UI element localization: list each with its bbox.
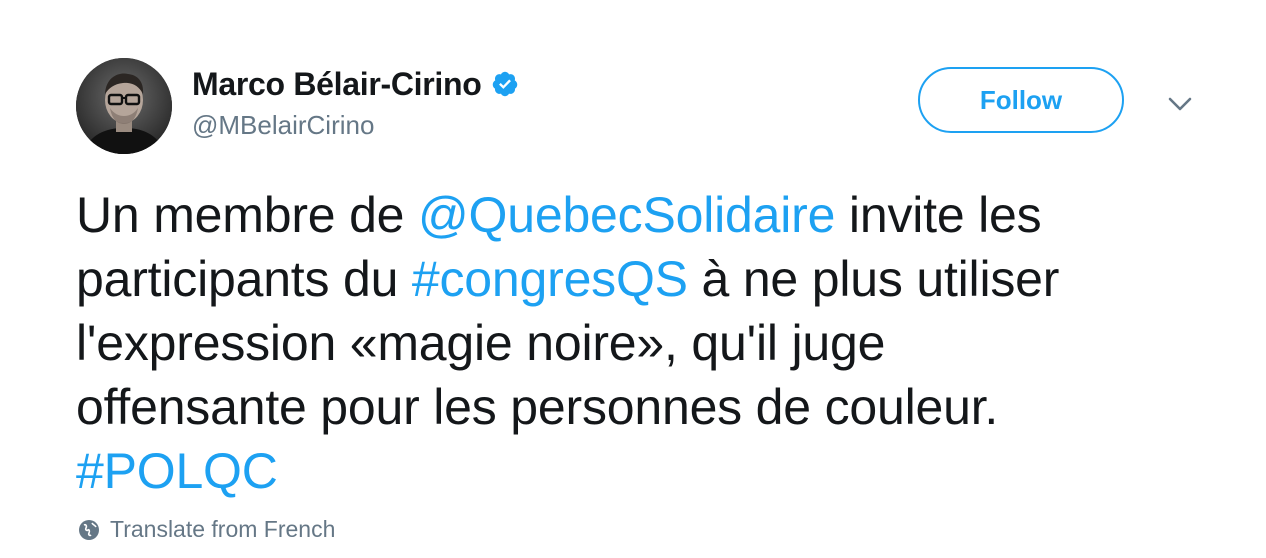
author-display-name[interactable]: Marco Bélair-Cirino [192, 66, 482, 103]
tweet-line: participants du #congresQS à ne plus uti… [76, 247, 1236, 311]
translate-label: Translate from French [110, 516, 336, 542]
tweet-line: #POLQC [76, 439, 1236, 503]
tweet-line: offensante pour les personnes de couleur… [76, 379, 999, 435]
tweet-text: Un membre de @QuebecSolidaire invite les… [76, 183, 1236, 503]
tweet-text-segment: Un membre de [76, 187, 418, 243]
author-name-row: Marco Bélair-Cirino [192, 64, 519, 104]
mention-link[interactable]: @QuebecSolidaire [418, 187, 835, 243]
follow-button[interactable]: Follow [918, 67, 1124, 133]
verified-badge-icon [491, 70, 519, 98]
tweet-text-segment: participants du [76, 251, 412, 307]
chevron-down-icon[interactable] [1166, 90, 1194, 118]
globe-icon [78, 519, 100, 541]
hashtag-link[interactable]: #congresQS [412, 251, 688, 307]
tweet-card: Marco Bélair-Cirino @MBelairCirino Follo… [0, 0, 1266, 558]
tweet-line: l'expression «magie noire», qu'il juge [76, 315, 886, 371]
tweet-line: Un membre de @QuebecSolidaire invite les [76, 183, 1236, 247]
avatar[interactable] [76, 58, 172, 154]
hashtag-link[interactable]: #POLQC [76, 443, 278, 499]
tweet-text-segment: invite les [835, 187, 1042, 243]
translate-link[interactable]: Translate from French [78, 516, 335, 543]
avatar-photo [76, 58, 172, 154]
author-handle[interactable]: @MBelairCirino [192, 110, 374, 141]
tweet-text-segment: à ne plus utiliser [687, 251, 1060, 307]
